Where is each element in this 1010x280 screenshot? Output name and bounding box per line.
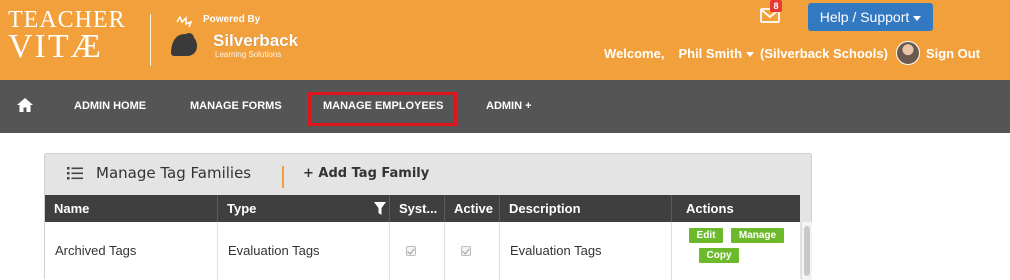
help-support-button[interactable]: Help / Support xyxy=(808,3,933,31)
column-header-type[interactable]: Type xyxy=(218,195,390,222)
active-checkbox xyxy=(461,246,471,256)
logo-line-2: VITÆ xyxy=(8,28,103,65)
main-nav: ADMIN HOME MANAGE FORMS MANAGE EMPLOYEES… xyxy=(0,80,1010,133)
brand-tagline: Learning Solutions xyxy=(215,50,282,59)
column-header-actions: Actions xyxy=(686,201,734,216)
table-row[interactable]: Archived Tags Evaluation Tags Evaluation… xyxy=(45,222,800,280)
user-menu[interactable]: Phil Smith xyxy=(678,45,755,61)
nav-admin-home[interactable]: ADMIN HOME xyxy=(74,80,146,133)
cell-name: Archived Tags xyxy=(45,222,218,280)
mail-count-badge: 8 xyxy=(770,0,782,12)
app-header: TEACHER VITÆ Powered By Silverback Learn… xyxy=(0,0,1010,80)
cell-type: Evaluation Tags xyxy=(218,222,390,280)
tag-families-panel: Manage Tag Families + Add Tag Family Nam… xyxy=(44,153,812,280)
logo-divider xyxy=(150,14,151,66)
nav-manage-forms[interactable]: MANAGE FORMS xyxy=(190,80,282,133)
panel-header: Manage Tag Families + Add Tag Family xyxy=(45,154,811,195)
filter-icon[interactable] xyxy=(374,202,386,215)
teacher-vitae-logo[interactable]: TEACHER VITÆ xyxy=(8,8,126,64)
caret-down-icon xyxy=(913,15,922,21)
scroll-thumb[interactable] xyxy=(804,226,810,276)
copy-button[interactable]: Copy xyxy=(699,248,739,263)
cell-active xyxy=(445,222,500,280)
panel-title: Manage Tag Families xyxy=(96,164,252,182)
user-name: Phil Smith xyxy=(678,45,743,61)
cell-system xyxy=(390,222,445,280)
edit-button[interactable]: Edit xyxy=(689,228,723,243)
cell-actions: Edit Manage Copy xyxy=(672,222,800,280)
home-icon[interactable] xyxy=(16,97,34,113)
help-support-label: Help / Support xyxy=(819,9,910,25)
column-header-name[interactable]: Name xyxy=(45,195,218,222)
cell-description: Evaluation Tags xyxy=(500,222,672,280)
manage-button[interactable]: Manage xyxy=(731,228,784,243)
add-tag-family-button[interactable]: + Add Tag Family xyxy=(303,166,429,181)
header-divider xyxy=(282,166,284,188)
user-bar: Welcome, Phil Smith (Silverback Schools)… xyxy=(604,41,980,65)
table-header: Name Type Syst... Active Description Act… xyxy=(45,195,800,222)
school-name: (Silverback Schools) xyxy=(760,45,888,61)
powered-by-label: Powered By xyxy=(203,14,261,25)
list-icon xyxy=(67,167,83,180)
highlight-box xyxy=(308,92,457,126)
welcome-text: Welcome, xyxy=(604,45,665,61)
brand-name: Silverback xyxy=(213,31,299,50)
avatar[interactable] xyxy=(895,41,920,65)
caret-down-icon xyxy=(746,51,755,57)
column-header-description[interactable]: Description xyxy=(500,195,672,222)
system-checkbox xyxy=(406,246,416,256)
table-scrollbar[interactable] xyxy=(801,222,812,280)
nav-admin-plus[interactable]: ADMIN + xyxy=(486,80,532,133)
sign-out-link[interactable]: Sign Out xyxy=(926,46,980,61)
column-header-system[interactable]: Syst... xyxy=(390,195,445,222)
column-header-active[interactable]: Active xyxy=(445,195,500,222)
